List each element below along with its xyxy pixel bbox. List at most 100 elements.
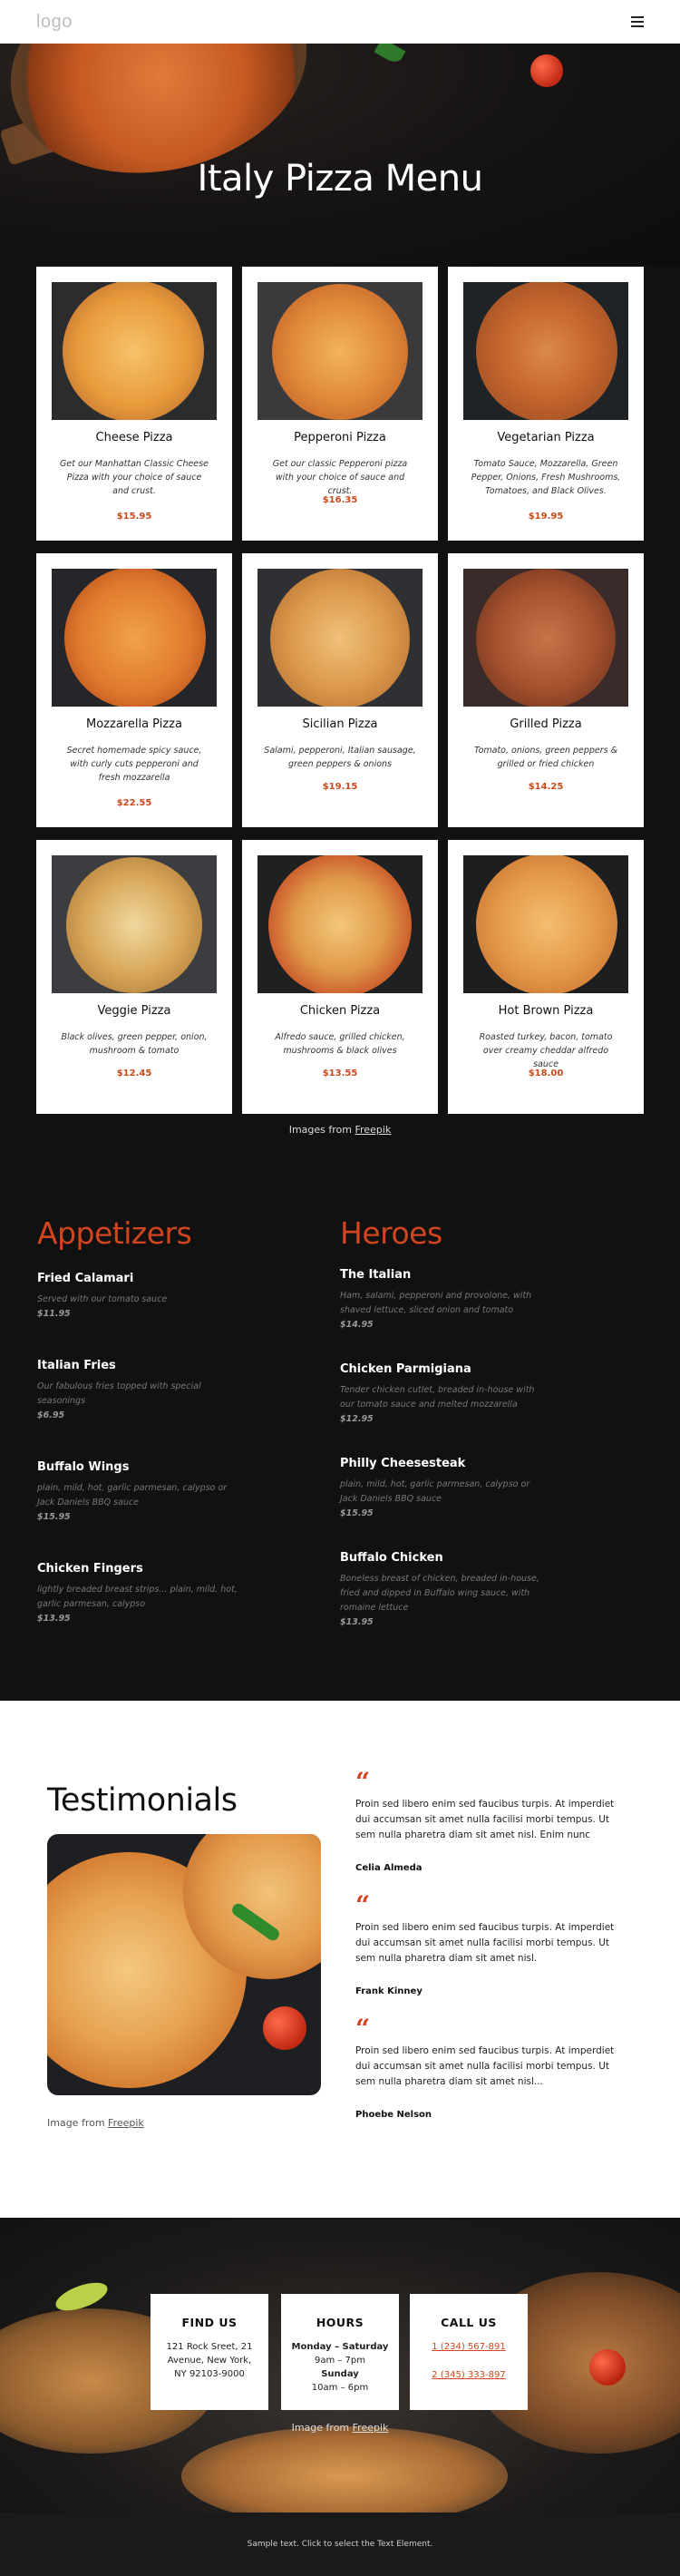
menu-item-description: Tender chicken cutlet, breaded in-house …	[340, 1385, 535, 1410]
pizza-name: Hot Brown Pizza	[498, 1004, 594, 1018]
pizza-photo	[257, 282, 423, 420]
logo[interactable]: logo	[36, 12, 73, 33]
sandwich-image	[181, 2426, 508, 2513]
freepik-link[interactable]: Freepik	[355, 1124, 392, 1136]
pizza-photo	[463, 282, 628, 420]
time-range: 9am – 7pm	[314, 2356, 366, 2366]
pizza-name: Veggie Pizza	[97, 1004, 171, 1018]
time-range: 10am – 6pm	[311, 2383, 369, 2393]
days-label: Monday – Saturday	[291, 2342, 389, 2352]
phone-link[interactable]: 1 (234) 567-891	[410, 2342, 528, 2352]
hero-section: Italy Pizza Menu	[0, 44, 680, 267]
menu-item-price: $12.95	[340, 1414, 374, 1424]
call-us-box: CALL US 1 (234) 567-891 2 (345) 333-897	[410, 2294, 528, 2410]
menu-item-description: Ham, salami, pepperoni and provolone, wi…	[340, 1291, 532, 1315]
address-line: Avenue, New York,	[167, 2356, 252, 2366]
pizza-card: Veggie Pizza Black olives, green pepper,…	[36, 840, 232, 1114]
pizza-photo	[52, 282, 217, 420]
menu-item-price: $6.95	[37, 1410, 65, 1420]
footer-text[interactable]: Sample text. Click to select the Text El…	[248, 2540, 433, 2549]
menu-item-title: Fried Calamari	[37, 1272, 134, 1285]
heroes-title: Heroes	[340, 1215, 442, 1251]
tomato-image	[589, 2349, 626, 2386]
pizza-description: Salami, pepperoni, Italian sausage, gree…	[264, 746, 416, 769]
credit-prefix: Image from	[291, 2422, 353, 2434]
pizza-description: Alfredo sauce, grilled chicken, mushroom…	[275, 1032, 405, 1056]
pizza-price: $22.55	[116, 798, 152, 808]
testimonials-title: Testimonials	[47, 1782, 238, 1819]
pizza-card: Sicilian Pizza Salami, pepperoni, Italia…	[242, 553, 438, 827]
testimonial-author: Phoebe Nelson	[355, 2110, 432, 2120]
pizza-name: Sicilian Pizza	[302, 717, 378, 731]
page-title: Italy Pizza Menu	[197, 158, 483, 200]
pizza-price: $13.55	[322, 1068, 358, 1078]
pizza-card: Pepperoni Pizza Get our classic Pepperon…	[242, 267, 438, 541]
pizza-name: Vegetarian Pizza	[497, 431, 595, 444]
credit-prefix: Images from	[288, 1124, 355, 1136]
testimonial-text: Proin sed libero enim sed faucibus turpi…	[355, 1922, 615, 1964]
pizza-price: $14.25	[528, 782, 564, 792]
testimonial-author: Celia Almeda	[355, 1863, 423, 1873]
address: 121 Rock Sreet, 21 Avenue, New York, NY …	[151, 2340, 268, 2381]
pizza-card: Cheese Pizza Get our Manhattan Classic C…	[36, 267, 232, 541]
quote-icon: “	[355, 2014, 371, 2044]
contact-section: FIND US 121 Rock Sreet, 21 Avenue, New Y…	[0, 2218, 680, 2513]
testimonial-text: Proin sed libero enim sed faucibus turpi…	[355, 2045, 615, 2087]
menu-item-title: The Italian	[340, 1268, 412, 1282]
hamburger-menu-icon[interactable]	[631, 16, 644, 27]
menu-item-price: $15.95	[340, 1508, 374, 1518]
hours-title: HOURS	[316, 2316, 364, 2329]
pizza-card: Mozzarella Pizza Secret homemade spicy s…	[36, 553, 232, 827]
credit-prefix: Image from	[47, 2117, 109, 2129]
menu-item-title: Chicken Fingers	[37, 1562, 143, 1576]
testimonial: “ Proin sed libero enim sed faucibus tur…	[355, 1890, 618, 1997]
freepik-link[interactable]: Freepik	[353, 2422, 389, 2434]
testimonials-image-credit: Image from Freepik	[47, 2117, 144, 2129]
menu-item: Buffalo Wings plain, mild, hot, garlic p…	[37, 1460, 246, 1522]
pizza-photo	[463, 855, 628, 993]
menu-item-description: Boneless breast of chicken, breaded in-h…	[340, 1574, 539, 1613]
menu-item-title: Chicken Parmigiana	[340, 1362, 471, 1376]
menu-item: Chicken Fingers lightly breaded breast s…	[37, 1562, 246, 1624]
hours-list: Monday – Saturday 9am – 7pm Sunday 10am …	[281, 2340, 399, 2395]
pizza-price: $18.00	[528, 1068, 564, 1078]
menu-item: Italian Fries Our fabulous fries topped …	[37, 1359, 246, 1420]
testimonial-author: Frank Kinney	[355, 1986, 423, 1996]
freepik-link[interactable]: Freepik	[108, 2117, 144, 2129]
pizza-photo	[257, 855, 423, 993]
pizza-description: Tomato Sauce, Mozzarella, Green Pepper, …	[471, 459, 621, 496]
pizza-price: $16.35	[322, 495, 358, 505]
pizza-description: Get our Manhattan Classic Cheese Pizza w…	[60, 459, 209, 496]
pizza-description: Black olives, green pepper, onion, mushr…	[61, 1032, 208, 1056]
menu-item: The Italian Ham, salami, pepperoni and p…	[340, 1268, 549, 1330]
menu-item-title: Buffalo Wings	[37, 1460, 130, 1474]
pizza-name: Chicken Pizza	[299, 1004, 381, 1018]
quote-icon: “	[355, 1767, 371, 1797]
menu-item-price: $11.95	[37, 1309, 71, 1319]
address-line: NY 92103-9000	[174, 2369, 245, 2379]
menu-item: Philly Cheesesteak plain, mild, hot, gar…	[340, 1457, 549, 1518]
menu-item-title: Philly Cheesesteak	[340, 1457, 466, 1470]
testimonials-section: Testimonials Image from Freepik “ Proin …	[0, 1701, 680, 2218]
menu-item: Buffalo Chicken Boneless breast of chick…	[340, 1551, 549, 1627]
menu-item-description: Served with our tomato sauce	[37, 1294, 168, 1304]
images-credit: Images from Freepik	[0, 1124, 680, 1136]
menu-item: Chicken Parmigiana Tender chicken cutlet…	[340, 1362, 549, 1424]
pizza-description: Secret homemade spicy sauce, with curly …	[66, 746, 202, 783]
testimonial: “ Proin sed libero enim sed faucibus tur…	[355, 1767, 618, 1874]
menu-item-price: $15.95	[37, 1512, 71, 1522]
testimonial: “ Proin sed libero enim sed faucibus tur…	[355, 2014, 618, 2121]
pizza-photo	[52, 569, 217, 707]
testimonial-text: Proin sed libero enim sed faucibus turpi…	[355, 1799, 615, 1840]
phone-link[interactable]: 2 (345) 333-897	[410, 2370, 528, 2380]
menu-item-description: plain, mild, hot, garlic parmesan, calyp…	[340, 1479, 530, 1504]
pizza-name: Cheese Pizza	[95, 431, 173, 444]
pizza-name: Grilled Pizza	[510, 717, 582, 731]
pizza-photo	[52, 855, 217, 993]
pizza-price: $19.95	[528, 512, 564, 522]
site-footer: Sample text. Click to select the Text El…	[0, 2513, 680, 2576]
pizza-price: $15.95	[116, 512, 152, 522]
quote-icon: “	[355, 1890, 371, 1920]
pizza-card: Grilled Pizza Tomato, onions, green pepp…	[448, 553, 644, 827]
find-us-title: FIND US	[181, 2316, 238, 2329]
